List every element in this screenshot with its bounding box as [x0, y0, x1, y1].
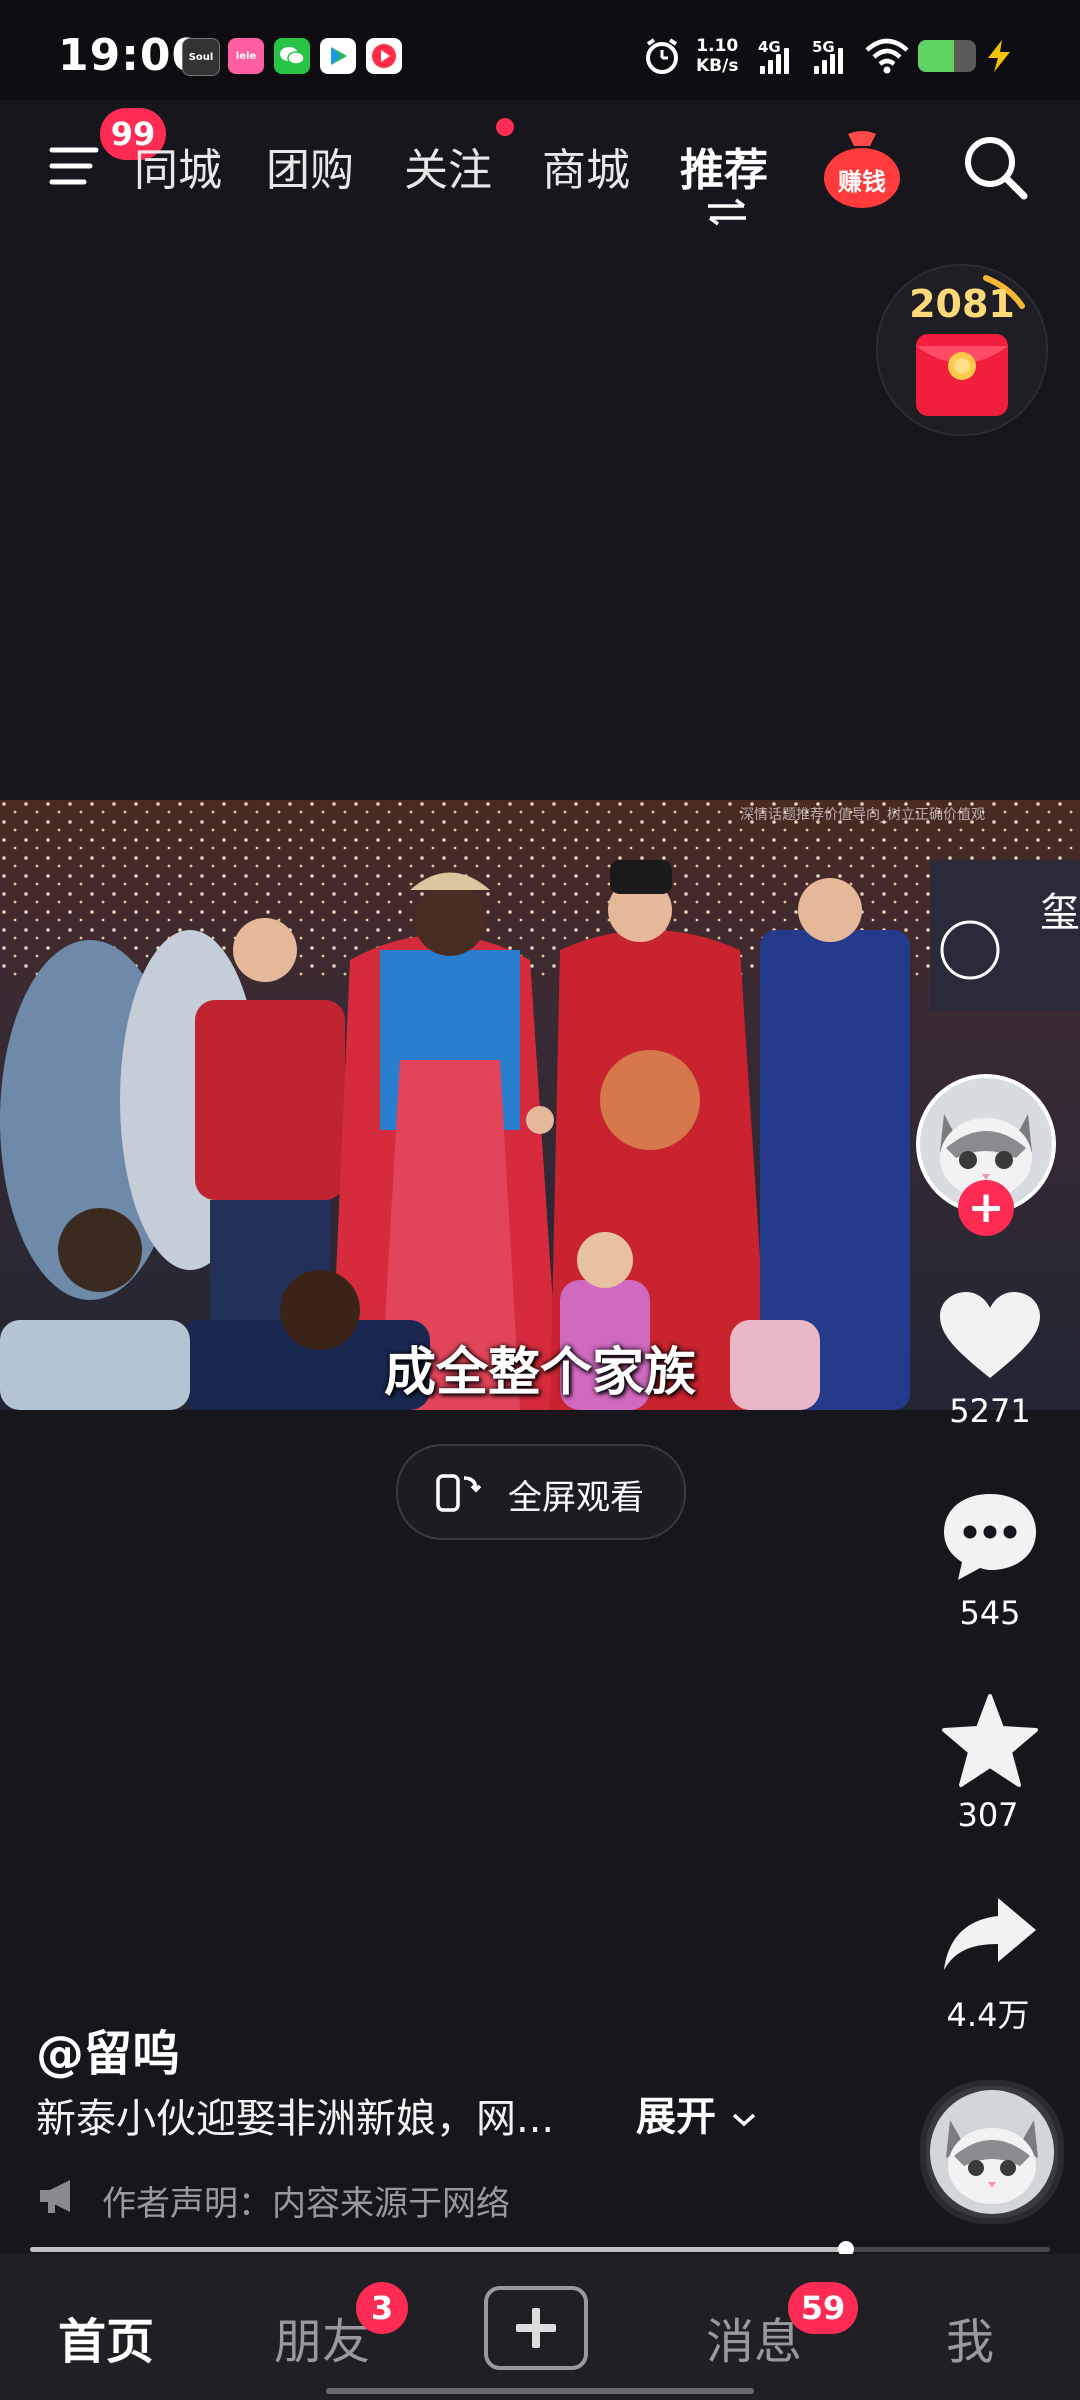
net-speed-unit: KB/s [696, 56, 739, 76]
status-bar: 19:00 Soul lele 1.10 KB/s 4G 5G [0, 0, 1080, 100]
search-button[interactable] [960, 132, 1030, 206]
nav-me[interactable]: 我 [890, 2302, 1050, 2372]
share-arrow-icon [944, 1898, 1036, 1970]
video-watermark: 深情话题推荐价值导向_树立正确价值观 [740, 807, 985, 823]
top-nav: 99 同城 团购 关注 商城 推荐 赚钱 [0, 100, 1080, 240]
switch-arrows-icon [706, 198, 748, 230]
friends-badge: 3 [356, 2282, 408, 2334]
bottom-nav: 首页 朋友 3 消息 59 我 [0, 2254, 1080, 2400]
comment-button[interactable] [940, 1490, 1040, 1588]
red-envelope-icon [912, 330, 1012, 424]
star-icon [942, 1694, 1038, 1787]
messages-badge: 59 [788, 2282, 858, 2334]
heart-icon [940, 1292, 1040, 1378]
tab-local-label: 同城 [134, 145, 222, 196]
net-speed-value: 1.10 [696, 36, 739, 56]
home-indicator [326, 2388, 754, 2394]
chevron-down-icon [732, 2113, 756, 2127]
rotate-screen-icon [436, 1474, 482, 1512]
expand-label: 展开 [636, 2094, 716, 2140]
author-disclaimer: 作者声明：内容来源于网络 [102, 2184, 510, 2224]
create-post-button[interactable] [484, 2286, 588, 2370]
expand-button[interactable]: 展开 [636, 2084, 758, 2142]
tab-following[interactable]: 关注 [404, 134, 492, 198]
signal-4g-icon: 4G [758, 38, 796, 76]
earn-money-button[interactable]: 赚钱 [820, 126, 904, 210]
following-dot [496, 118, 514, 136]
plus-icon [516, 2308, 556, 2348]
tab-local[interactable]: 同城 [130, 134, 222, 198]
play-store-icon [320, 38, 356, 74]
wifi-icon [864, 38, 910, 78]
nav-home[interactable]: 首页 [26, 2302, 186, 2372]
video-caption: 成全整个家族 [383, 1342, 696, 1403]
video-app-icon [366, 38, 402, 74]
video-progress-bar[interactable] [30, 2241, 1050, 2257]
net-speed: 1.10 KB/s [696, 36, 738, 76]
music-cat-image [930, 2090, 1054, 2214]
battery-icon [918, 40, 976, 72]
tab-mall[interactable]: 商城 [542, 134, 630, 198]
favorite-count: 307 [957, 1796, 1019, 1834]
megaphone-icon [36, 2176, 82, 2220]
coin-reward-widget[interactable]: 2081 [876, 264, 1048, 436]
lailai-icon: lele [228, 38, 264, 74]
music-disc[interactable] [920, 2080, 1064, 2224]
fullscreen-button[interactable]: 全屏观看 [396, 1444, 686, 1540]
earn-money-label: 赚钱 [838, 168, 886, 196]
menu-button[interactable] [48, 136, 108, 196]
tab-groupbuy[interactable]: 团购 [266, 134, 354, 198]
comment-icon [944, 1494, 1036, 1580]
share-button[interactable] [940, 1894, 1040, 1978]
progress-fill [30, 2247, 846, 2252]
post-description[interactable]: 新泰小伙迎娶非洲新娘，网... [36, 2086, 554, 2144]
signal-5g-icon: 5G [812, 38, 850, 76]
follow-plus-button[interactable]: + [958, 1180, 1014, 1236]
like-button[interactable] [938, 1290, 1042, 1386]
stage-sign-text: 玺 [1040, 890, 1080, 936]
share-count: 4.4万 [946, 1996, 1030, 2034]
video-player[interactable]: 深情话题推荐价值导向_树立正确价值观 玺 成全整个家族 [0, 800, 1080, 1410]
fullscreen-label: 全屏观看 [508, 1478, 644, 1518]
coin-count: 2081 [909, 282, 1015, 326]
author-name[interactable]: @留呜 [36, 2014, 180, 2084]
alarm-icon [642, 36, 682, 80]
charging-icon [984, 38, 1014, 78]
wechat-icon [274, 38, 310, 74]
like-count: 5271 [949, 1392, 1031, 1430]
soul-icon: Soul [182, 38, 220, 76]
comment-count: 545 [959, 1594, 1021, 1632]
favorite-button[interactable] [940, 1692, 1040, 1792]
video-frame-image [0, 800, 1080, 1410]
tab-recommend[interactable]: 推荐 [680, 134, 768, 198]
